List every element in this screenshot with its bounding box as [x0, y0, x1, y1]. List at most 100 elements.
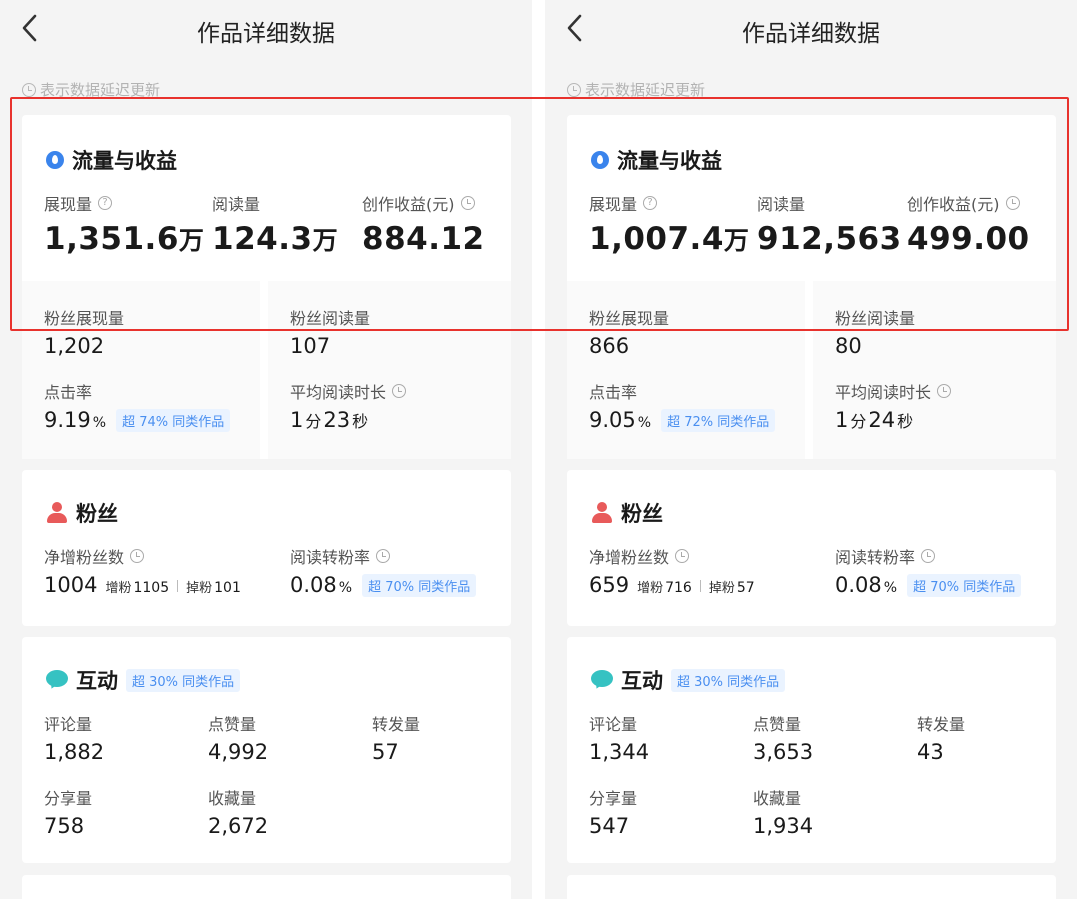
earnings-metric: 创作收益(元) 884.12	[362, 191, 485, 257]
earnings-metric: 创作收益(元) 499.00	[907, 191, 1030, 257]
avg-min-value: 1	[835, 408, 849, 432]
section-header: 流量与收益	[46, 145, 177, 175]
help-icon[interactable]: ?	[643, 196, 658, 210]
interaction-card: 互动 超 30% 同类作品 评论量 1,344 点赞量 3,653 转发量 43…	[567, 637, 1056, 863]
chat-icon	[591, 670, 613, 691]
net-fans-value: 1004	[44, 573, 98, 597]
screen-right: 作品详细数据 表示数据延迟更新 流量与收益 展现量? 1,007.4万 阅读量 …	[545, 0, 1077, 899]
ctr-metric: 点击率 9.05% 超 72% 同类作品	[589, 379, 776, 432]
second-unit: 秒	[352, 412, 369, 431]
favorites-metric: 收藏量 1,934	[753, 785, 813, 838]
clock-icon	[675, 549, 690, 563]
ctr-value: 9.05	[589, 408, 636, 432]
reads-value: 912,563	[757, 221, 902, 257]
favorites-metric: 收藏量 2,672	[208, 785, 268, 838]
fan-reads-label: 粉丝阅读量	[290, 309, 371, 328]
gain-label: 增粉	[637, 581, 664, 596]
impressions-value: 1,007.4	[589, 221, 724, 257]
clock-icon	[392, 384, 407, 398]
screen-left: 作品详细数据 表示数据延迟更新 流量与收益 展现量? 1,351.6万 阅读量 …	[0, 0, 532, 899]
avg-sec-value: 24	[868, 408, 896, 432]
avg-read-time-metric: 平均阅读时长 1 分 24 秒	[835, 379, 952, 432]
net-fans-metric: 净增粉丝数 659 增粉 716 掉粉 57	[589, 544, 755, 597]
read-to-fan-value: 0.08	[290, 573, 337, 597]
earnings-value: 499.00	[907, 221, 1030, 257]
impressions-metric: 展现量? 1,351.6万	[44, 191, 204, 257]
top-bar: 作品详细数据	[0, 0, 532, 60]
read-to-fan-metric: 阅读转粉率 0.08% 超 70% 同类作品	[290, 544, 477, 597]
clock-icon	[1005, 196, 1020, 210]
comments-metric: 评论量 1,882	[44, 711, 104, 764]
net-fans-label: 净增粉丝数	[44, 548, 125, 567]
clock-icon	[130, 549, 145, 563]
comments-label: 评论量	[44, 715, 93, 734]
read-to-fan-value: 0.08	[835, 573, 882, 597]
clock-icon	[376, 549, 391, 563]
interaction-badge: 超 30% 同类作品	[126, 668, 241, 692]
percent-unit: %	[92, 415, 107, 431]
chat-icon	[46, 670, 68, 691]
section-title: 粉丝	[76, 502, 118, 526]
impressions-value: 1,351.6	[44, 221, 179, 257]
comments-value: 1,344	[589, 740, 650, 764]
fan-impressions-label: 粉丝展现量	[44, 309, 125, 328]
help-icon[interactable]: ?	[98, 196, 113, 210]
read-to-fan-metric: 阅读转粉率 0.08% 超 70% 同类作品	[835, 544, 1022, 597]
clock-icon	[937, 384, 952, 398]
shares-value: 758	[44, 814, 85, 838]
ctr-label: 点击率	[589, 383, 638, 402]
read-to-fan-badge: 超 70% 同类作品	[362, 573, 477, 597]
impressions-metric: 展现量? 1,007.4万	[589, 191, 749, 257]
reads-unit: 万	[312, 226, 339, 255]
ctr-badge: 超 72% 同类作品	[661, 408, 776, 432]
net-fans-metric: 净增粉丝数 1004 增粉 1105 掉粉 101	[44, 544, 241, 597]
likes-value: 4,992	[208, 740, 269, 764]
earnings-label: 创作收益(元)	[907, 195, 1000, 214]
read-to-fan-label: 阅读转粉率	[835, 548, 916, 567]
loss-value: 57	[736, 580, 755, 596]
clock-icon	[567, 82, 581, 97]
impressions-label: 展现量	[589, 195, 638, 214]
reads-label: 阅读量	[212, 195, 261, 214]
ctr-badge: 超 74% 同类作品	[116, 408, 231, 432]
top-bar: 作品详细数据	[545, 0, 1077, 60]
clock-icon	[460, 196, 475, 210]
section-title: 互动	[76, 669, 118, 693]
loss-label: 掉粉	[708, 581, 735, 596]
traffic-icon	[591, 151, 609, 169]
avg-read-time-label: 平均阅读时长	[835, 383, 932, 402]
traffic-earnings-card: 流量与收益 展现量? 1,351.6万 阅读量 124.3万 创作收益(元) 8…	[22, 115, 511, 459]
minute-unit: 分	[305, 412, 322, 431]
section-header: 流量与收益	[591, 145, 722, 175]
gain-value: 1105	[133, 580, 170, 596]
read-to-fan-badge: 超 70% 同类作品	[907, 573, 1022, 597]
section-header: 互动 超 30% 同类作品	[46, 665, 241, 695]
reads-value: 124.3	[212, 221, 313, 257]
delay-notice: 表示数据延迟更新	[22, 79, 160, 100]
forwards-label: 转发量	[372, 715, 421, 734]
comments-value: 1,882	[44, 740, 105, 764]
likes-label: 点赞量	[753, 715, 802, 734]
traffic-earnings-card: 流量与收益 展现量? 1,007.4万 阅读量 912,563 创作收益(元) …	[567, 115, 1056, 459]
reads-metric: 阅读量 124.3万	[212, 191, 338, 257]
section-header: 粉丝	[591, 498, 663, 528]
section-header: 粉丝	[46, 498, 118, 528]
section-title: 粉丝	[621, 502, 663, 526]
reads-label: 阅读量	[757, 195, 806, 214]
net-fans-value: 659	[589, 573, 630, 597]
likes-metric: 点赞量 3,653	[753, 711, 813, 764]
section-title: 流量与收益	[617, 149, 722, 173]
likes-metric: 点赞量 4,992	[208, 711, 268, 764]
likes-label: 点赞量	[208, 715, 257, 734]
fan-reads-value: 80	[835, 334, 862, 358]
shares-label: 分享量	[44, 789, 93, 808]
forwards-metric: 转发量 43	[917, 711, 965, 764]
separator	[177, 580, 179, 592]
fan-reads-metric: 粉丝阅读量 107	[290, 305, 370, 358]
clock-icon	[921, 549, 936, 563]
next-card	[22, 875, 511, 899]
avg-read-time-metric: 平均阅读时长 1 分 23 秒	[290, 379, 407, 432]
impressions-unit: 万	[178, 226, 205, 255]
ctr-metric: 点击率 9.19% 超 74% 同类作品	[44, 379, 231, 432]
favorites-value: 2,672	[208, 814, 269, 838]
